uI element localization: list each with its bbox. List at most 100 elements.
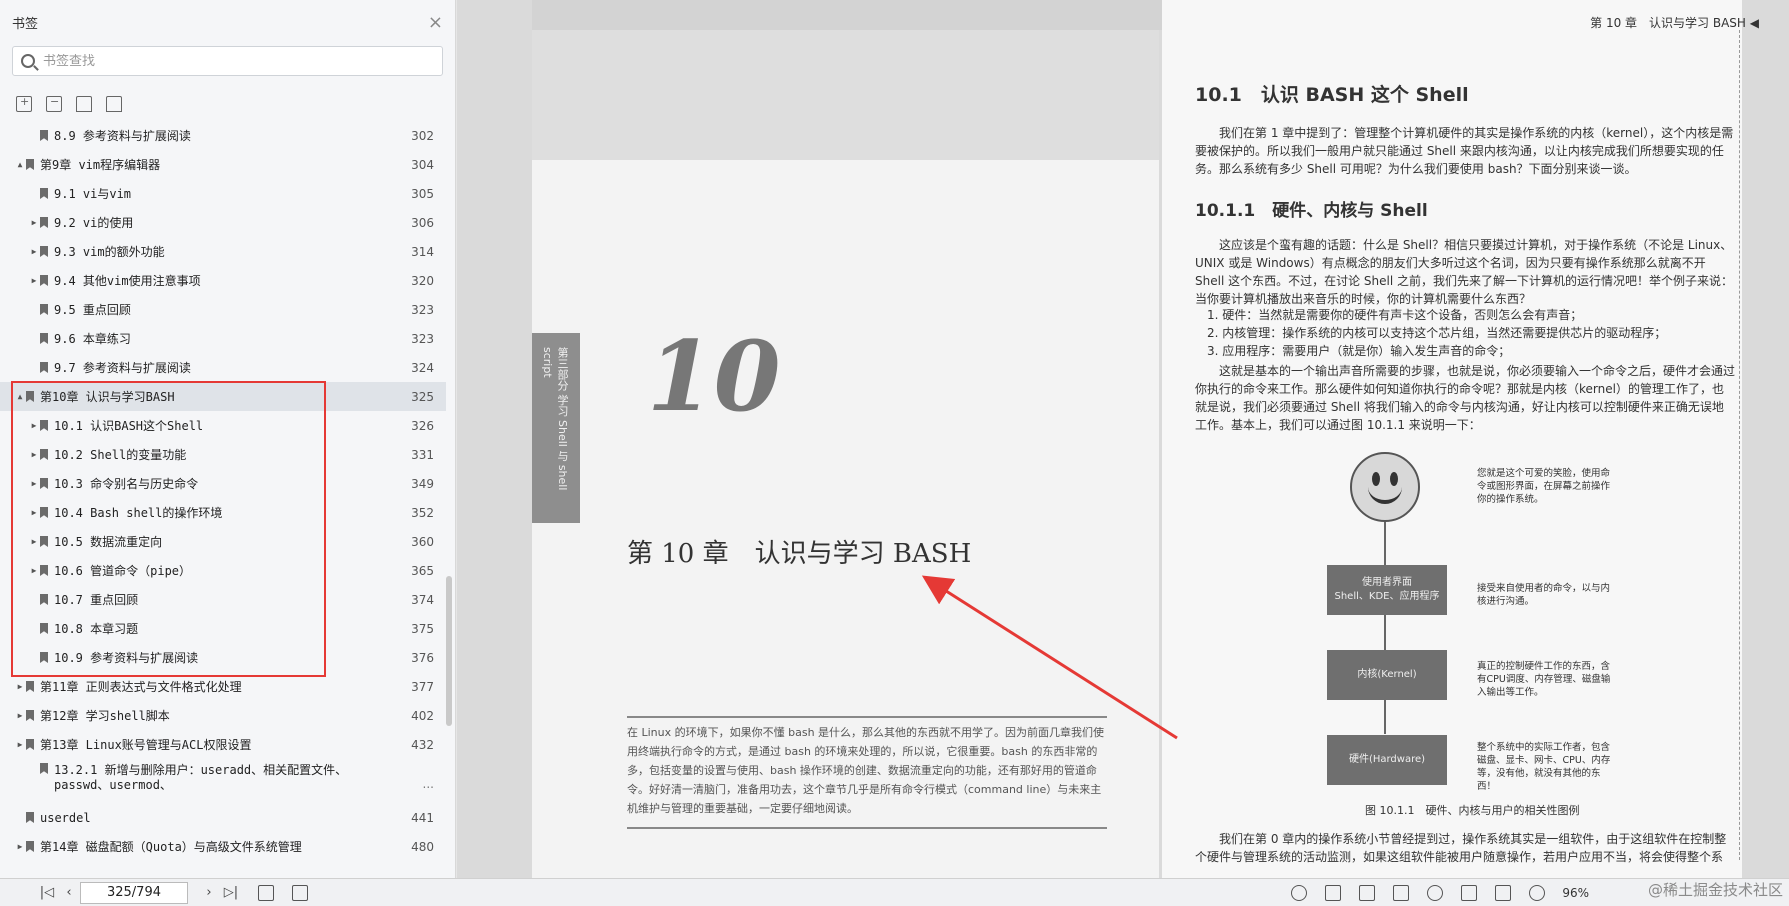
add-bookmark-icon[interactable] (76, 96, 92, 112)
two-page-icon[interactable] (1393, 884, 1410, 901)
bookmark-item[interactable]: ▶ 第12章 学习shell脚本 402 (0, 701, 446, 730)
bookmark-item[interactable]: 9.5 重点回顾 323 (0, 295, 446, 324)
bookmark-item[interactable]: userdel 441 (0, 803, 446, 832)
expand-arrow-icon[interactable]: ▲ (14, 160, 26, 169)
bookmark-search-input[interactable] (43, 53, 434, 69)
bookmark-icon (40, 478, 48, 489)
bookmark-label: 10.4 Bash shell的操作环境 (54, 506, 223, 520)
bookmark-item[interactable]: 9.1 vi与vim 305 (0, 179, 446, 208)
bookmark-item[interactable]: 10.8 本章习题 375 (0, 614, 446, 643)
expand-all-icon[interactable] (16, 95, 32, 112)
prev-page-icon[interactable]: ‹ (58, 885, 80, 900)
bookmark-item[interactable]: 13.2.1 新增与删除用户：useradd、相关配置文件、passwd、use… (0, 759, 446, 803)
bookmark-item[interactable]: ▲ 第9章 vim程序编辑器 304 (0, 150, 446, 179)
single-page-icon[interactable] (1325, 884, 1342, 901)
bookmark-label: 10.7 重点回顾 (54, 593, 139, 607)
eye-icon[interactable] (1291, 884, 1308, 901)
bookmark-page-number: 326 (411, 418, 434, 433)
bookmark-page-number: 402 (411, 708, 434, 723)
bookmark-item[interactable]: 9.7 参考资料与扩展阅读 324 (0, 353, 446, 382)
bookmark-icon (40, 763, 48, 774)
bookmark-search[interactable] (12, 46, 443, 76)
expand-arrow-icon[interactable]: ▲ (14, 392, 26, 401)
bookmark-item[interactable]: ▶ 10.6 管道命令（pipe） 365 (0, 556, 446, 585)
play-icon[interactable] (1427, 884, 1444, 901)
bookmark-page-number: 349 (411, 476, 434, 491)
section-title: 10.1 认识 BASH 这个 Shell (1195, 84, 1469, 106)
bookmark-item[interactable]: ▲ 第10章 认识与学习BASH 325 (0, 382, 446, 411)
bookmark-icon (40, 130, 48, 141)
bookmark-icon (26, 391, 34, 402)
bookmark-page-number: 376 (411, 650, 434, 665)
diagram-box-shell: 使用者界面 Shell、KDE、应用程序 (1327, 565, 1447, 615)
diagram-note: 接受来自使用者的命令，以与内核进行沟通。 (1477, 583, 1611, 607)
first-page-icon[interactable]: |◁ (36, 885, 58, 900)
bookmark-item[interactable]: 10.9 参考资料与扩展阅读 376 (0, 643, 446, 672)
expand-arrow-icon[interactable]: ▶ (28, 537, 40, 546)
bookmark-icon (40, 507, 48, 518)
intro-rule-bottom (627, 827, 1107, 829)
collapse-all-icon[interactable] (46, 95, 62, 112)
bookmark-label: 9.1 vi与vim (54, 187, 132, 201)
bookmark-icon (40, 304, 48, 315)
continuous-page-icon[interactable] (1359, 884, 1376, 901)
expand-arrow-icon[interactable]: ▶ (28, 276, 40, 285)
expand-arrow-icon[interactable]: ▶ (14, 740, 26, 749)
bookmark-page-number: 314 (411, 244, 434, 259)
bookmark-icon[interactable] (106, 96, 122, 112)
bookmark-icon (40, 217, 48, 228)
expand-arrow-icon[interactable]: ▶ (14, 711, 26, 720)
bookmark-icon (40, 333, 48, 344)
scrollbar-thumb[interactable] (446, 576, 452, 726)
fit-width-icon[interactable] (1461, 884, 1478, 901)
expand-arrow-icon[interactable]: ▶ (28, 421, 40, 430)
expand-arrow-icon[interactable]: ▶ (28, 450, 40, 459)
close-icon[interactable]: × (428, 12, 443, 33)
next-page-icon[interactable]: › (198, 885, 220, 900)
page-number-input[interactable] (80, 881, 188, 904)
bookmark-item[interactable]: ▶ 9.2 vi的使用 306 (0, 208, 446, 237)
bookmark-item[interactable]: 8.9 参考资料与扩展阅读 302 (0, 121, 446, 150)
bookmark-item[interactable]: ▶ 10.5 数据流重定向 360 (0, 527, 446, 556)
bookmark-page-number: 304 (411, 157, 434, 172)
last-page-icon[interactable]: ▷| (220, 885, 242, 900)
bookmark-page-number: 441 (411, 810, 434, 825)
expand-arrow-icon[interactable]: ▶ (28, 218, 40, 227)
bookmark-icon (40, 623, 48, 634)
bookmark-item[interactable]: ▶ 第14章 磁盘配额（Quota）与高级文件系统管理 480 (0, 832, 446, 861)
bookmark-icon (40, 565, 48, 576)
expand-arrow-icon[interactable]: ▶ (28, 566, 40, 575)
bookmark-item[interactable]: ▶ 10.4 Bash shell的操作环境 352 (0, 498, 446, 527)
back-icon[interactable] (258, 884, 274, 901)
diagram-note: 真正的控制硬件工作的东西，含有CPU调度、内存管理、磁盘输入输出等工作。 (1477, 661, 1611, 698)
bookmark-label: userdel (40, 810, 91, 825)
bookmark-item[interactable]: ▶ 10.2 Shell的变量功能 331 (0, 440, 446, 469)
forward-icon[interactable] (292, 884, 308, 901)
bookmark-icon (26, 739, 34, 750)
zoom-icon[interactable] (1529, 884, 1546, 901)
bookmark-item[interactable]: ▶ 10.1 认识BASH这个Shell 326 (0, 411, 446, 440)
list-item: 1. 硬件：当然就是需要你的硬件有声卡这个设备，否则怎么会有声音； (1207, 308, 1583, 322)
bookmark-item[interactable]: ▶ 第13章 Linux账号管理与ACL权限设置 432 (0, 730, 446, 759)
watermark-text: @稀土掘金技术社区 (1647, 881, 1783, 899)
bookmark-item[interactable]: ▶ 9.4 其他vim使用注意事项 320 (0, 266, 446, 295)
expand-arrow-icon[interactable]: ▶ (28, 479, 40, 488)
expand-arrow-icon[interactable]: ▶ (14, 682, 26, 691)
bookmark-item[interactable]: ▶ 9.3 vim的额外功能 314 (0, 237, 446, 266)
bookmark-sidebar: 书签 × 8.9 参考资料与扩展阅读 302 ▲ 第9章 vim程序编辑器 304 9.1… (0, 0, 456, 878)
bookmark-item[interactable]: 9.6 本章练习 323 (0, 324, 446, 353)
fit-page-icon[interactable] (1495, 884, 1512, 901)
bookmark-item[interactable]: 10.7 重点回顾 374 (0, 585, 446, 614)
bookmark-item[interactable]: ▶ 第11章 正则表达式与文件格式化处理 377 (0, 672, 446, 701)
part-tab: 第三部分 学习 Shell 与 shell script (532, 333, 580, 523)
sidebar-scrollbar[interactable] (446, 121, 452, 726)
expand-arrow-icon[interactable]: ▶ (28, 247, 40, 256)
bookmark-item[interactable]: ▶ 10.3 命令别名与历史命令 349 (0, 469, 446, 498)
numbered-list: 1. 硬件：当然就是需要你的硬件有声卡这个设备，否则怎么会有声音； 2. 内核管… (1207, 306, 1727, 360)
zoom-level[interactable]: 96% (1562, 886, 1589, 900)
expand-arrow-icon[interactable]: ▶ (14, 842, 26, 851)
bookmark-label: 10.5 数据流重定向 (54, 535, 163, 549)
expand-arrow-icon[interactable]: ▶ (28, 508, 40, 517)
bookmark-page-number: 323 (411, 302, 434, 317)
document-view[interactable]: 第三部分 学习 Shell 与 shell script 10 第 10 章 认… (457, 0, 1789, 878)
